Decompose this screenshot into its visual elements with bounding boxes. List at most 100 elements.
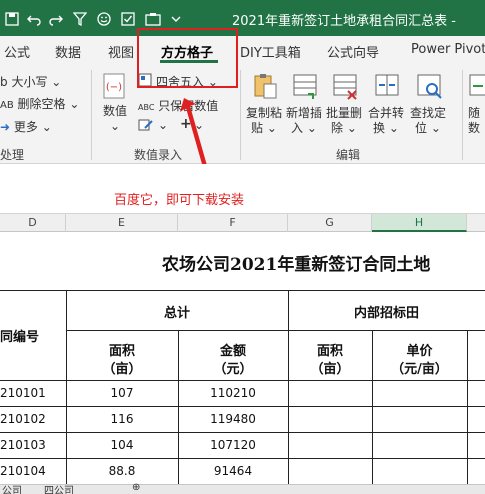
batch-delete-button[interactable]: 批量删 除 ⌄: [324, 106, 364, 136]
unit-price-unit: （元/亩）: [391, 362, 448, 377]
tab-formulas[interactable]: 公式: [4, 42, 30, 61]
find-locate-label-2: 位: [415, 121, 428, 135]
random-button[interactable]: 随 数: [468, 106, 485, 136]
chevron-down-icon: ⌄: [41, 120, 52, 134]
grid-line: [0, 406, 485, 407]
table-row-amount[interactable]: 107120: [178, 438, 288, 452]
table-row-area[interactable]: 88.8: [66, 464, 178, 478]
grid-line: [66, 330, 485, 331]
table-row-area[interactable]: 107: [66, 386, 178, 400]
table-row-amount[interactable]: 119480: [178, 412, 288, 426]
find-locate-label: 查找定: [409, 106, 446, 120]
remove-spaces-prefix: AB: [0, 100, 14, 111]
random-label: 随: [468, 106, 481, 120]
save-icon[interactable]: [4, 9, 20, 29]
grid-line: [0, 380, 485, 381]
edit-pen-icon[interactable]: [138, 118, 154, 135]
redo-icon[interactable]: [48, 9, 64, 29]
batch-delete-label-2: 除: [331, 121, 344, 135]
grid-line: [0, 432, 485, 433]
column-header-e[interactable]: E: [66, 214, 178, 232]
column-header-g[interactable]: G: [288, 214, 372, 232]
tab-power-pivot[interactable]: Power Pivot: [411, 42, 485, 57]
screenshot-icon[interactable]: [144, 9, 162, 29]
group-label-numeric-entry: 数值录入: [134, 148, 183, 162]
pen-dropdown[interactable]: ⌄: [158, 118, 168, 132]
insert-rows-icon[interactable]: [292, 72, 320, 103]
chevron-down-icon: ⌄: [388, 121, 399, 135]
tab-data[interactable]: 数据: [55, 42, 81, 61]
sheet-tab-company[interactable]: 公司: [2, 482, 22, 494]
merge-convert-label: 合并转: [367, 106, 404, 120]
random-label-2: 数: [468, 121, 481, 135]
group-label-process: 处理: [0, 148, 25, 162]
amount-unit: （元）: [213, 362, 253, 377]
chevron-down-icon: ⌄: [266, 121, 277, 135]
sheet-title: 农场公司2021年重新签订合同土地: [162, 255, 431, 275]
case-prefix: b: [0, 75, 8, 89]
insert-new-button[interactable]: 新增插 入 ⌄: [284, 106, 324, 136]
internal-area-header: 面积: [316, 344, 343, 359]
abc-prefix: ABC: [138, 103, 155, 112]
chevron-down-icon: ⌄: [109, 119, 121, 133]
find-locate-icon[interactable]: [416, 72, 444, 103]
random-icon[interactable]: [468, 72, 485, 103]
table-row-area[interactable]: 104: [66, 438, 178, 452]
chevron-down-icon: ⌄: [346, 121, 357, 135]
remove-spaces-button[interactable]: AB 删除空格 ⌄: [0, 95, 79, 112]
checkbox-icon[interactable]: [120, 9, 136, 29]
clipboard-icon[interactable]: [252, 72, 278, 103]
case-button[interactable]: b 大小写 ⌄: [0, 73, 61, 90]
copy-paste-label-2: 贴: [251, 121, 264, 135]
total-group-header: 总计: [163, 306, 190, 321]
numeric-icon[interactable]: (−): [102, 72, 128, 103]
table-row-id[interactable]: 210103: [0, 438, 62, 452]
case-label: 大小写: [11, 75, 48, 89]
table-row-id[interactable]: 210101: [0, 386, 62, 400]
group-label-edit: 编辑: [336, 148, 361, 162]
numeric-button[interactable]: 数值 ⌄: [98, 104, 132, 134]
add-sheet-icon[interactable]: ⊕: [132, 482, 140, 493]
area-header: 面积: [108, 344, 135, 359]
svg-text:(−): (−): [106, 82, 122, 93]
chevron-down-icon: ⌄: [51, 75, 62, 89]
table-row-area[interactable]: 116: [66, 412, 178, 426]
column-header-h[interactable]: H: [372, 214, 467, 232]
highlight-frame: [137, 28, 238, 88]
internal-area-unit: （亩）: [310, 362, 350, 377]
copy-paste-button[interactable]: 复制粘 贴 ⌄: [244, 106, 284, 136]
group-separator: [462, 70, 463, 160]
batch-delete-label: 批量删: [325, 106, 362, 120]
tab-formula-wizard[interactable]: 公式向导: [327, 42, 379, 61]
sheet-tab-fourth-company[interactable]: 四公司: [44, 482, 74, 494]
find-locate-button[interactable]: 查找定 位 ⌄: [408, 106, 448, 136]
table-row-id[interactable]: 210104: [0, 464, 62, 478]
area-unit: （亩）: [102, 362, 142, 377]
column-header-d[interactable]: D: [0, 214, 66, 232]
worksheet[interactable]: 农场公司2021年重新签订合同土地 同编号 总计 内部招标田 面积 （亩） 金额…: [0, 232, 485, 484]
column-header-next[interactable]: [467, 214, 485, 232]
chevron-down-icon: ⌄: [430, 121, 441, 135]
column-header-f[interactable]: F: [178, 214, 288, 232]
table-row-amount[interactable]: 91464: [178, 464, 288, 478]
ribbon-tabs: 公式 数据 视图 方方格子 DIY工具箱 公式向导 Power Pivot: [0, 36, 485, 64]
more-icon[interactable]: [168, 9, 184, 29]
merge-convert-icon[interactable]: [374, 72, 402, 103]
batch-delete-icon[interactable]: [332, 72, 360, 103]
tab-diy-toolbox[interactable]: DIY工具箱: [240, 42, 301, 61]
more-button[interactable]: ➜ 更多 ⌄: [0, 118, 52, 135]
contract-no-header: 同编号: [0, 330, 40, 345]
smiley-icon[interactable]: [96, 9, 112, 29]
undo-icon[interactable]: [26, 9, 42, 29]
remove-spaces-label: 删除空格: [17, 97, 66, 111]
merge-convert-label-2: 换: [373, 121, 386, 135]
grid-line: [467, 330, 468, 484]
filter-icon[interactable]: [72, 9, 88, 29]
table-row-id[interactable]: 210102: [0, 412, 62, 426]
merge-convert-button[interactable]: 合并转 换 ⌄: [366, 106, 406, 136]
unit-price-header: 单价: [406, 344, 433, 359]
tab-view[interactable]: 视图: [108, 42, 134, 61]
group-separator: [240, 70, 241, 160]
insert-new-label-2: 入: [291, 121, 304, 135]
table-row-amount[interactable]: 110210: [178, 386, 288, 400]
